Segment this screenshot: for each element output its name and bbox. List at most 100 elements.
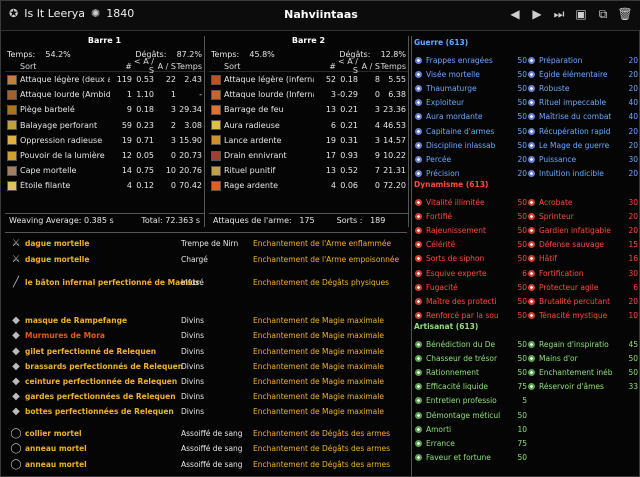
skill-row[interactable]: Attaque lourde (Ambid 1 1.10 1 -	[5, 87, 204, 102]
cp-star[interactable]: Hâtif 16	[528, 252, 638, 266]
equipment-row[interactable]: ◆ brassards perfectionnés de Relequen Divi…	[5, 359, 407, 373]
cp-star[interactable]: Vitalité illimitée 50	[415, 195, 527, 209]
skill-row[interactable]: Balayage perforant 59 0.23 2 3.08	[5, 118, 204, 133]
cp-star[interactable]: Acrobate 30	[528, 195, 638, 209]
cp-star[interactable]: Enchantement inéb 50	[528, 365, 638, 379]
skill-row[interactable]: Barrage de feu 13 0.21 3 23.36	[209, 102, 408, 117]
cp-star[interactable]: Entretien professio 5	[415, 394, 527, 408]
equipment-row[interactable]: ⚔ dague mortelle Trempe de Nirn Enchantemen…	[5, 236, 407, 250]
cp-star[interactable]: Aura mordante 50	[415, 110, 527, 124]
skill-row[interactable]: Oppression radieuse 19 0.71 3 15.90	[5, 133, 204, 148]
equipment-row[interactable]: ◯ collier mortel Assoiffé de sang Enchantem…	[5, 426, 407, 440]
cp-row: Chasseur de trésor 50 Mains d'or 50	[412, 351, 640, 365]
equipment-row[interactable]: ◯ anneau mortel Assoiffé de sang Enchanteme…	[5, 441, 407, 455]
cp-star[interactable]: Faveur et fortune 50	[415, 451, 527, 465]
skill-row[interactable]: Drain ennivrant 17 0.93 9 10.22	[209, 148, 408, 163]
cp-star[interactable]: Gardien infatigable 20	[528, 223, 638, 237]
cp-star[interactable]: Démontage méticul 50	[415, 408, 527, 422]
cp-star[interactable]: Maître des protecti 50	[415, 294, 527, 308]
cp-star[interactable]: Robuste 20	[528, 81, 638, 95]
cp-star[interactable]: Fortifié 50	[415, 209, 527, 223]
skill-row[interactable]: Attaque légère (inferna 52 0.18 8 5.55	[209, 72, 408, 87]
cp-star[interactable]: Récupération rapid 20	[528, 124, 638, 138]
cp-star[interactable]: Efficacité liquide 75	[415, 380, 527, 394]
previous-icon[interactable]: ◀	[507, 6, 523, 22]
camera-icon[interactable]: ▣	[573, 6, 589, 22]
cp-star[interactable]: Regain d'inspiratio 45	[528, 337, 638, 351]
skill-count: 119	[116, 75, 132, 85]
cp-star[interactable]: Percée 20	[415, 152, 527, 166]
skill-row[interactable]: Attaque légère (deux a 119 0.53 22 2.43	[5, 72, 204, 87]
spells-label: Sorts :	[336, 216, 363, 225]
equipment-trait: Divins	[181, 330, 205, 340]
skill-row[interactable]: Lance ardente 19 0.31 3 14.57	[209, 133, 408, 148]
cp-star[interactable]: Précision 20	[415, 167, 527, 181]
cp-star[interactable]: Intuition indicible 20	[528, 167, 638, 181]
export-icon[interactable]: ⧉	[595, 6, 611, 22]
trash-icon[interactable]: 🗑	[617, 6, 633, 22]
cp-row: Frappes enragées 50 Préparation 20	[412, 53, 640, 67]
cp-star-name: Renforcé par la sou	[426, 311, 499, 321]
cp-star-value: 33	[628, 382, 638, 392]
cp-star[interactable]: Rationnement 50	[415, 365, 527, 379]
cp-star[interactable]: Frappes enragées 50	[415, 53, 527, 67]
cp-star[interactable]: Thaumaturge 50	[415, 81, 527, 95]
equipment-icon: ◆	[12, 405, 20, 417]
last-icon[interactable]: ⏭	[551, 6, 567, 22]
skill-row[interactable]: Rituel punitif 13 0.52 7 21.31	[209, 163, 408, 178]
cp-star[interactable]: Sorts de siphon 50	[415, 252, 527, 266]
cp-star[interactable]: Rajeunissement 50	[415, 223, 527, 237]
equipment-row[interactable]: ◆ bottes perfectionnées de Relequen Divins…	[5, 404, 407, 418]
cp-star[interactable]: Préparation 20	[528, 53, 638, 67]
cp-star[interactable]: Puissance 30	[528, 152, 638, 166]
skill-aps-before: 0.75	[136, 166, 154, 176]
cp-star[interactable]: Défense sauvage 15	[528, 238, 638, 252]
equipment-row[interactable]: ◆ Murmures de Mora Divins Enchantement de M…	[5, 328, 407, 342]
cp-star[interactable]: Ténacité mystique 10	[528, 309, 638, 323]
skill-count: 6	[330, 120, 336, 130]
star-icon	[528, 241, 535, 249]
cp-star[interactable]: Fortification 30	[528, 266, 638, 280]
cp-star[interactable]: Célérité 50	[415, 238, 527, 252]
cp-star[interactable]: Réservoir d'âmes 33	[528, 380, 638, 394]
equipment-row[interactable]: ◯ anneau mortel Assoiffé de sang Enchanteme…	[5, 457, 407, 471]
cp-star-name: Acrobate	[539, 197, 573, 207]
skill-row[interactable]: Aura radieuse 6 0.21 4 46.53	[209, 118, 408, 133]
cp-star-name: Enchantement inéb	[539, 367, 613, 377]
cp-star[interactable]: Rituel impeccable 40	[528, 96, 638, 110]
cp-star[interactable]: Le Mage de guerre 20	[528, 138, 638, 152]
cp-star[interactable]: Mains d'or 50	[528, 351, 638, 365]
skill-row[interactable]: Attaque lourde (Inferna 3 -0.29 0 6.38	[209, 87, 408, 102]
cp-star[interactable]: Sprinteur 20	[528, 209, 638, 223]
cp-star[interactable]: Visée mortelle 50	[415, 67, 527, 81]
skill-time: 29.34	[179, 105, 202, 115]
cp-star[interactable]: Renforcé par la sou 50	[415, 309, 527, 323]
equipment-row[interactable]: ◆ gardes perfectionnées de Relequen Divins…	[5, 389, 407, 403]
skill-time: 2.43	[184, 75, 202, 85]
equipment-row[interactable]: ◆ masque de Rampefange Divins Enchantement …	[5, 313, 407, 327]
cp-row: Entretien professio 5	[412, 394, 640, 408]
skill-row[interactable]: Pouvoir de la lumière 12 0.05 0 20.73	[5, 148, 204, 163]
cp-star[interactable]: Errance 75	[415, 436, 527, 450]
skill-row[interactable]: Piège barbelé 9 0.18 3 29.34	[5, 102, 204, 117]
skill-row[interactable]: Étoile filante 4 0.12 0 70.42	[5, 178, 204, 193]
equipment-row[interactable]: ╱ le bâton infernal perfectionné de Maels…	[5, 275, 407, 289]
cp-star[interactable]: Protecteur agile 6	[528, 280, 638, 294]
cp-star[interactable]: Esquive experte 6	[415, 266, 527, 280]
cp-star[interactable]: Fugacité 50	[415, 280, 527, 294]
cp-star[interactable]: Exploiteur 50	[415, 96, 527, 110]
cp-star[interactable]: Bénédiction du De 50	[415, 337, 527, 351]
next-icon[interactable]: ▶	[529, 6, 545, 22]
cp-star[interactable]: Maîtrise du combat 40	[528, 110, 638, 124]
cp-star[interactable]: Brutalité percutant 20	[528, 294, 638, 308]
cp-star[interactable]: Égide élémentaire 20	[528, 67, 638, 81]
cp-star[interactable]: Capitaine d'armes 50	[415, 124, 527, 138]
skill-row[interactable]: Cape mortelle 14 0.75 10 20.76	[5, 163, 204, 178]
equipment-row[interactable]: ◆ gilet perfectionné de Relequen Divins Enc…	[5, 344, 407, 358]
equipment-row[interactable]: ◆ ceinture perfectionnée de Relequen Divin…	[5, 374, 407, 388]
cp-star[interactable]: Discipline inlassab 50	[415, 138, 527, 152]
cp-star[interactable]: Amorti 10	[415, 422, 527, 436]
equipment-row[interactable]: ⚔ dague mortelle Chargé Enchantement de l'A…	[5, 252, 407, 266]
skill-row[interactable]: Rage ardente 4 0.06 0 72.20	[209, 178, 408, 193]
cp-star[interactable]: Chasseur de trésor 50	[415, 351, 527, 365]
